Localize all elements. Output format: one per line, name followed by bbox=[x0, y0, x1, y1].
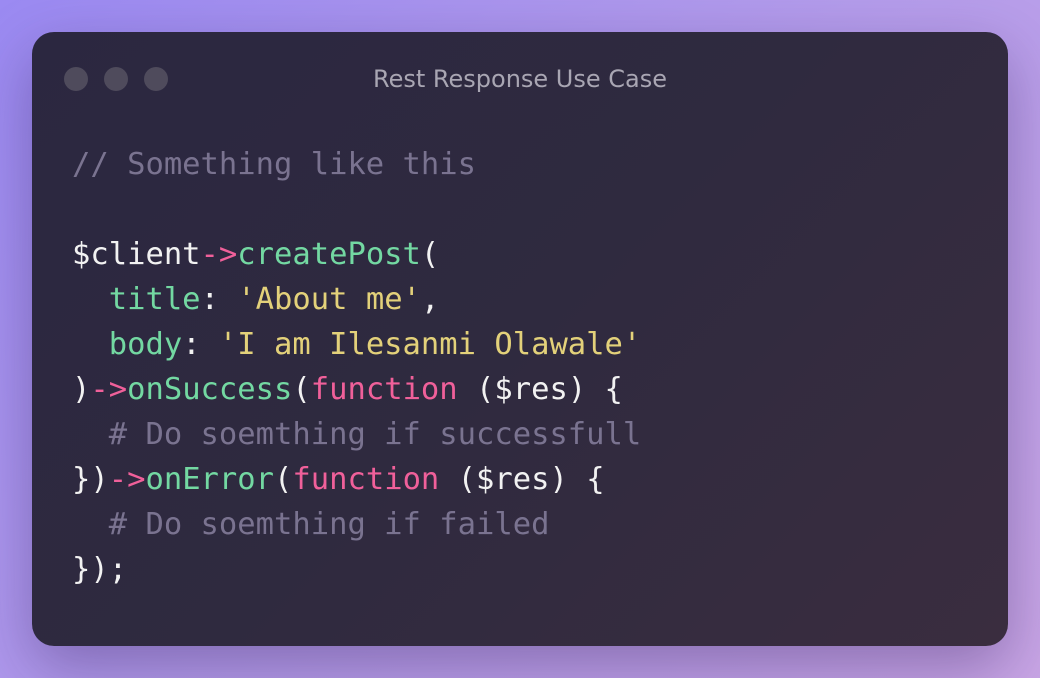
code-line: title: 'About me', bbox=[72, 277, 641, 322]
code-token-plain: ($res) { bbox=[457, 372, 623, 407]
code-token-function: createPost bbox=[237, 237, 421, 272]
code-token-plain: ( bbox=[292, 372, 311, 407]
code-token-plain: ) bbox=[72, 372, 91, 407]
code-token-plain: }) bbox=[72, 462, 109, 497]
code-line: body: 'I am Ilesanmi Olawale' bbox=[72, 322, 642, 367]
code-token-plain: }); bbox=[72, 552, 128, 587]
code-token-function: onError bbox=[145, 462, 275, 497]
code-line: // Something like this bbox=[72, 142, 641, 187]
code-token-operator: -> bbox=[90, 372, 128, 407]
code-token-keyword: function bbox=[310, 372, 458, 407]
code-token-string: 'About me' bbox=[237, 282, 421, 317]
code-token-plain: ( bbox=[420, 237, 440, 272]
code-token-plain: ($res) { bbox=[439, 462, 605, 497]
code-token-property: title bbox=[108, 282, 201, 317]
code-token-comment: # Do soemthing if successfull bbox=[72, 417, 642, 452]
code-line: # Do soemthing if failed bbox=[72, 502, 641, 547]
code-line: $client->createPost( bbox=[72, 232, 641, 277]
code-window: Rest Response Use Case // Something like… bbox=[32, 32, 1008, 646]
code-token-operator: -> bbox=[200, 237, 238, 272]
code-line: # Do soemthing if successfull bbox=[72, 412, 642, 457]
code-token-plain: : bbox=[200, 282, 238, 317]
code-line: )->onSuccess(function ($res) { bbox=[72, 367, 641, 412]
code-token-plain: , bbox=[420, 282, 440, 317]
code-token-string: 'I am Ilesanmi Olawale' bbox=[218, 327, 642, 362]
code-line: })->onError(function ($res) { bbox=[72, 457, 641, 502]
code-line: }); bbox=[72, 547, 641, 592]
code-block: // Something like this $client->createPo… bbox=[72, 142, 641, 592]
code-token-comment: // Something like this bbox=[72, 147, 476, 182]
code-token-comment: # Do soemthing if failed bbox=[72, 507, 550, 542]
code-token-property: body bbox=[108, 327, 183, 362]
code-token-plain: $client bbox=[72, 237, 201, 272]
code-token-function: onSuccess bbox=[127, 372, 293, 407]
code-token-keyword: function bbox=[292, 462, 440, 497]
code-token-operator: -> bbox=[108, 462, 146, 497]
code-token-plain: : bbox=[182, 327, 219, 362]
code-token-plain: ( bbox=[274, 462, 293, 497]
window-titlebar: Rest Response Use Case bbox=[32, 32, 1008, 126]
window-title: Rest Response Use Case bbox=[373, 65, 667, 93]
